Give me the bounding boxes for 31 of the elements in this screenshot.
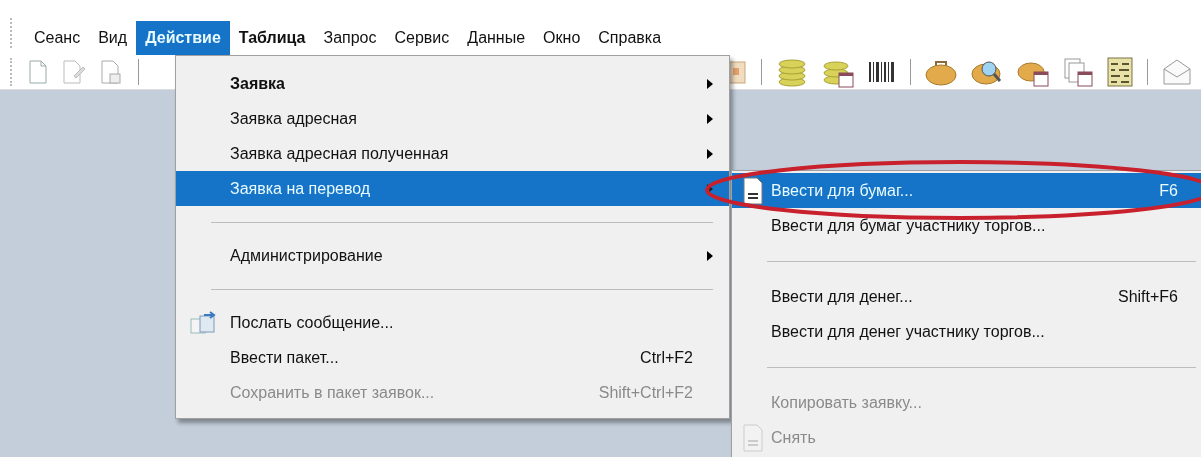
briefcase-icon[interactable]: [925, 58, 957, 86]
document-icon: [742, 176, 764, 205]
menu-item[interactable]: Ввести пакет... Ctrl+F2: [176, 340, 729, 375]
menu-item[interactable]: Сервис: [385, 21, 459, 55]
menu-item[interactable]: Ввести для бумаг участнику торгов...: [732, 208, 1201, 243]
menu-item[interactable]: Администрирование: [176, 238, 729, 273]
menu-item[interactable]: Справка: [589, 21, 671, 55]
submenu-arrow-icon: [707, 113, 713, 124]
menu-item[interactable]: Заявка: [176, 66, 729, 101]
menu-item[interactable]: Запрос: [314, 21, 386, 55]
menu-item[interactable]: Окно: [534, 21, 590, 55]
menu-item[interactable]: Ввести для бумаг... F6: [732, 173, 1201, 208]
menu-item[interactable]: Заявка адресная: [176, 101, 729, 136]
menu-item[interactable]: Действие: [136, 21, 230, 55]
abacus-icon[interactable]: [1107, 57, 1133, 87]
menu-item[interactable]: Ввести для денег участнику торгов...: [732, 314, 1201, 349]
menu-item[interactable]: Таблица: [229, 21, 315, 55]
barcode-icon[interactable]: [868, 61, 896, 83]
toolbar-grip: [10, 18, 14, 48]
submenu-arrow-icon: [707, 78, 713, 89]
menu-item[interactable]: Сеанс: [25, 21, 90, 55]
menu-item[interactable]: Вид: [89, 21, 137, 55]
menu-item[interactable]: Данные: [458, 21, 535, 55]
documents-calendar-icon[interactable]: [1063, 57, 1093, 87]
menu-item[interactable]: Ввести для денег... Shift+F6: [732, 279, 1201, 314]
submenu-arrow-icon: [707, 250, 713, 261]
document-icon: [742, 423, 764, 452]
menu-item[interactable]: Заявка адресная полученная: [176, 136, 729, 171]
menu-item[interactable]: Послать сообщение...: [176, 305, 729, 340]
submenu-arrow-icon: [707, 148, 713, 159]
toolbar-grip: [10, 58, 14, 86]
